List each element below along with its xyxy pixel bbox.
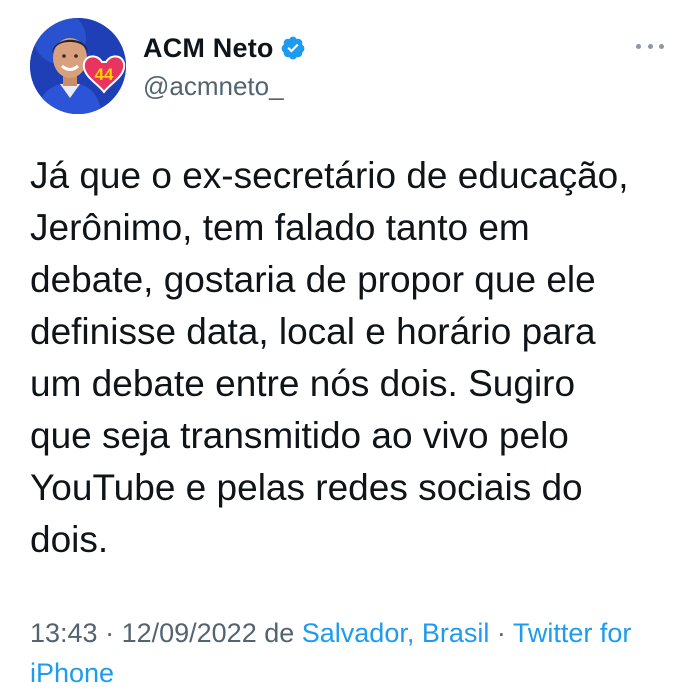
name-row: ACM Neto [143,31,306,65]
more-dot [647,43,653,49]
source-link-part1[interactable]: Twitter for [513,618,632,648]
meta-from-word: de [256,618,302,648]
tweet-card: 44 ACM Neto @acmneto_ Já que o ex-secret… [0,0,696,700]
meta-line: 13:43 · 12/09/2022 de Salvador, Brasil ·… [30,613,680,653]
tweet-line: YouTube e pelas redes sociais do [30,467,583,508]
verified-badge-icon [280,35,306,61]
tweet-line: que seja transmitido ao vivo pelo [30,415,569,456]
handle[interactable]: @acmneto_ [143,71,306,102]
more-dot [636,43,641,49]
location-link[interactable]: Salvador, Brasil [302,618,490,648]
author-info: ACM Neto @acmneto_ [143,31,306,102]
avatar-image: 44 [30,18,126,114]
more-options-icon[interactable] [636,36,664,56]
avatar-badge-number: 44 [95,65,114,84]
tweet-time[interactable]: 13:43 [30,618,98,648]
tweet-date[interactable]: 12/09/2022 [122,618,257,648]
tweet-line: dois. [30,519,109,560]
tweet-line: definisse data, local e horário para [30,311,596,352]
tweet-line: debate, gostaria de propor que ele [30,259,596,300]
meta-line: iPhone [30,653,680,693]
tweet-line: Jerônimo, tem falado tanto em [30,207,530,248]
avatar[interactable]: 44 [30,18,126,114]
more-dot [659,43,664,49]
meta-separator: · [489,618,513,648]
tweet-meta: 13:43 · 12/09/2022 de Salvador, Brasil ·… [30,613,680,693]
tweet-line: um debate entre nós dois. Sugiro [30,363,576,404]
tweet-line: Já que o ex-secretário de educação, [30,155,629,196]
display-name[interactable]: ACM Neto [143,33,274,64]
tweet-text: Já que o ex-secretário de educação, Jerô… [30,150,670,566]
meta-separator: · [97,618,122,648]
source-link-part2[interactable]: iPhone [30,658,114,688]
